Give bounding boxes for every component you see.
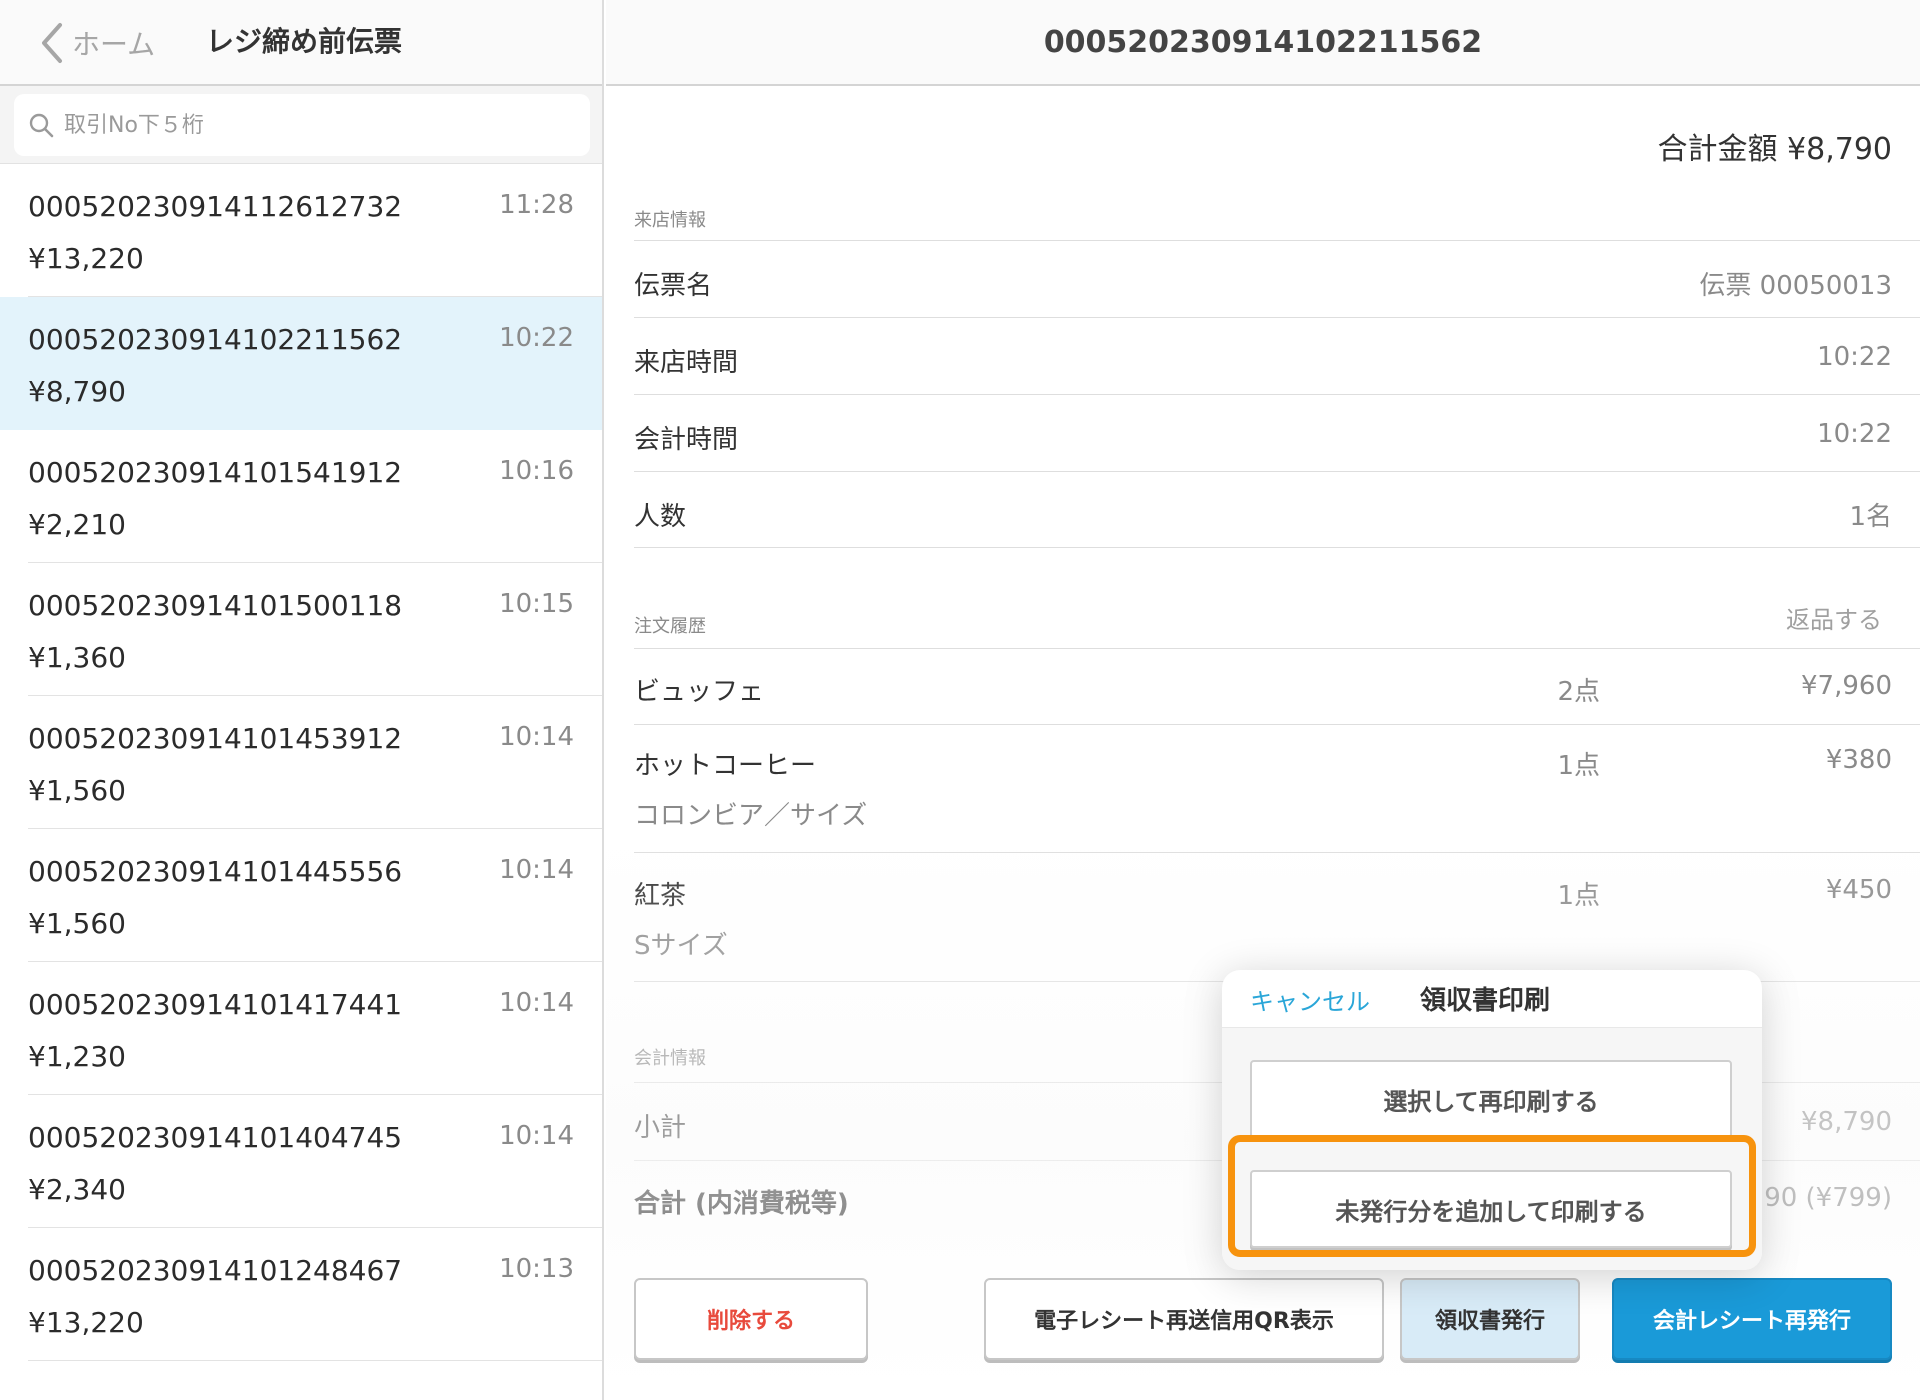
section-label-visit: 来店情報 [634,210,706,231]
transaction-time: 10:14 [499,722,574,752]
total-tax-label: 合計 (内消費税等) [634,1189,849,1219]
transaction-number: 000520230914101453912 [28,722,403,755]
transaction-number: 000520230914101417441 [28,988,403,1021]
return-button[interactable]: 返品する [1786,600,1882,635]
transaction-number: 000520230914102211562 [28,323,403,356]
list-item[interactable]: 000520230914101445556 ¥1,560 10:14 [28,829,602,962]
search-area [0,86,602,164]
subtotal-label: 小計 [634,1113,687,1143]
order-row[interactable]: ホットコーヒー コロンビア／サイズ 1点 ¥380 [634,724,1920,852]
order-option: コロンビア／サイズ [634,801,868,831]
page-title: レジ締め前伝票 [206,25,403,58]
transaction-amount: ¥1,360 [28,641,126,674]
transaction-time: 10:14 [499,1121,574,1151]
transaction-time: 10:22 [499,323,574,353]
row-value: 伝票 00050013 [1699,271,1892,301]
total-tax-value: 90 (¥799) [1764,1183,1892,1213]
cancel-button[interactable]: キャンセル [1250,982,1370,1017]
total-amount: 合計金額 ¥8,790 [1657,132,1892,167]
search-icon [29,113,54,138]
transaction-amount: ¥1,230 [28,1040,126,1073]
transaction-number: 000520230914101248467 [28,1254,403,1287]
subtotal-value: ¥8,790 [1801,1107,1892,1137]
transaction-amount: ¥2,210 [28,508,126,541]
list-item[interactable]: 00052023091411261273​2 ¥13,220 11:28 [28,164,602,297]
info-row: 来店時間 10:22 [634,317,1920,394]
popover-header: キャンセル 領収書印刷 [1222,970,1762,1028]
list-item[interactable]: 000520230914101404745 ¥2,340 10:14 [28,1095,602,1228]
transaction-number: 000520230914101500118 [28,589,403,622]
back-button[interactable]: ホーム [40,18,155,68]
info-row: 伝票名 伝票 00050013 [634,240,1920,317]
list-item-selected[interactable]: 000520230914102211562 ¥8,790 10:22 [0,297,602,430]
info-row: 人数 1名 [634,471,1920,548]
search-box[interactable] [14,94,590,156]
popover-title: 領収書印刷 [1420,986,1551,1016]
info-row: 会計時間 10:22 [634,394,1920,471]
search-input[interactable] [64,112,564,138]
receipt-reissue-button[interactable]: 会計レシート再発行 [1612,1278,1892,1360]
list-item[interactable]: 000520230914101541912 ¥2,210 10:16 [28,430,602,563]
transaction-amount: ¥1,560 [28,907,126,940]
back-label: ホーム [72,28,156,61]
left-header: ホーム レジ締め前伝票 [0,0,602,86]
transaction-list: 00052023091411261273​2 ¥13,220 11:28 000… [0,164,602,1361]
print-unissued-button[interactable]: 未発行分を追加して印刷する [1250,1170,1732,1248]
transaction-time: 10:15 [499,589,574,619]
order-name: 紅茶 [634,881,687,911]
transaction-amount: ¥13,220 [28,1306,144,1339]
transaction-time: 11:28 [499,190,574,220]
transaction-number: 000520230914101404745 [28,1121,403,1154]
popover-body: 選択して再印刷する 未発行分を追加して印刷する [1222,1028,1762,1270]
transaction-amount: ¥13,220 [28,242,144,275]
list-item[interactable]: 000520230914101500118 ¥1,360 10:15 [28,563,602,696]
row-label: 人数 [634,502,687,532]
order-qty: 2点 [1557,677,1600,707]
row-value: 1名 [1849,502,1892,532]
chevron-left-icon [42,23,62,63]
order-name: ホットコーヒー [634,751,817,781]
order-price: ¥380 [1825,745,1892,775]
section-label-orders: 注文履歴 [634,616,706,637]
reprint-selected-button[interactable]: 選択して再印刷する [1250,1060,1732,1138]
list-item[interactable]: 000520230914101417441 ¥1,230 10:14 [28,962,602,1095]
receipt-print-popover: キャンセル 領収書印刷 選択して再印刷する 未発行分を追加して印刷する [1222,970,1762,1270]
order-qty: 1点 [1557,751,1600,781]
transaction-number: 000520230914101445556 [28,855,403,888]
detail-title: 000520230914102211562 [1043,24,1483,60]
right-header: 000520230914102211562 [606,0,1920,86]
row-value: 10:22 [1817,342,1892,372]
order-price: ¥7,960 [1801,671,1892,701]
qr-resend-button[interactable]: 電子レシート再送信用QR表示 [984,1278,1384,1360]
transaction-list-pane: ホーム レジ締め前伝票 00052023091411261273​2 ¥13,2… [0,0,604,1400]
list-item[interactable]: 000520230914101453912 ¥1,560 10:14 [28,696,602,829]
delete-button[interactable]: 削除する [634,1278,868,1360]
transaction-amount: ¥8,790 [28,375,126,408]
section-label-payment: 会計情報 [634,1048,706,1069]
app-root: ホーム レジ締め前伝票 00052023091411261273​2 ¥13,2… [0,0,1920,1400]
row-label: 来店時間 [634,348,739,378]
transaction-amount: ¥2,340 [28,1173,126,1206]
order-option: Sサイズ [634,931,728,961]
transaction-time: 10:13 [499,1254,574,1284]
row-label: 会計時間 [634,425,739,455]
row-value: 10:22 [1817,419,1892,449]
transaction-number: 00052023091411261273​2 [28,190,403,223]
receipt-issue-button[interactable]: 領収書発行 [1400,1278,1580,1360]
transaction-time: 10:14 [499,855,574,885]
order-row[interactable]: ビュッフェ 2点 ¥7,960 [634,648,1920,724]
transaction-number: 000520230914101541912 [28,456,403,489]
list-item[interactable]: 000520230914101248467 ¥13,220 10:13 [28,1228,602,1361]
order-name: ビュッフェ [634,677,765,707]
transaction-time: 10:16 [499,456,574,486]
transaction-amount: ¥1,560 [28,774,126,807]
row-label: 伝票名 [634,271,713,301]
order-price: ¥450 [1825,875,1892,905]
order-row[interactable]: 紅茶 Sサイズ 1点 ¥450 [634,852,1920,982]
transaction-time: 10:14 [499,988,574,1018]
order-qty: 1点 [1557,881,1600,911]
